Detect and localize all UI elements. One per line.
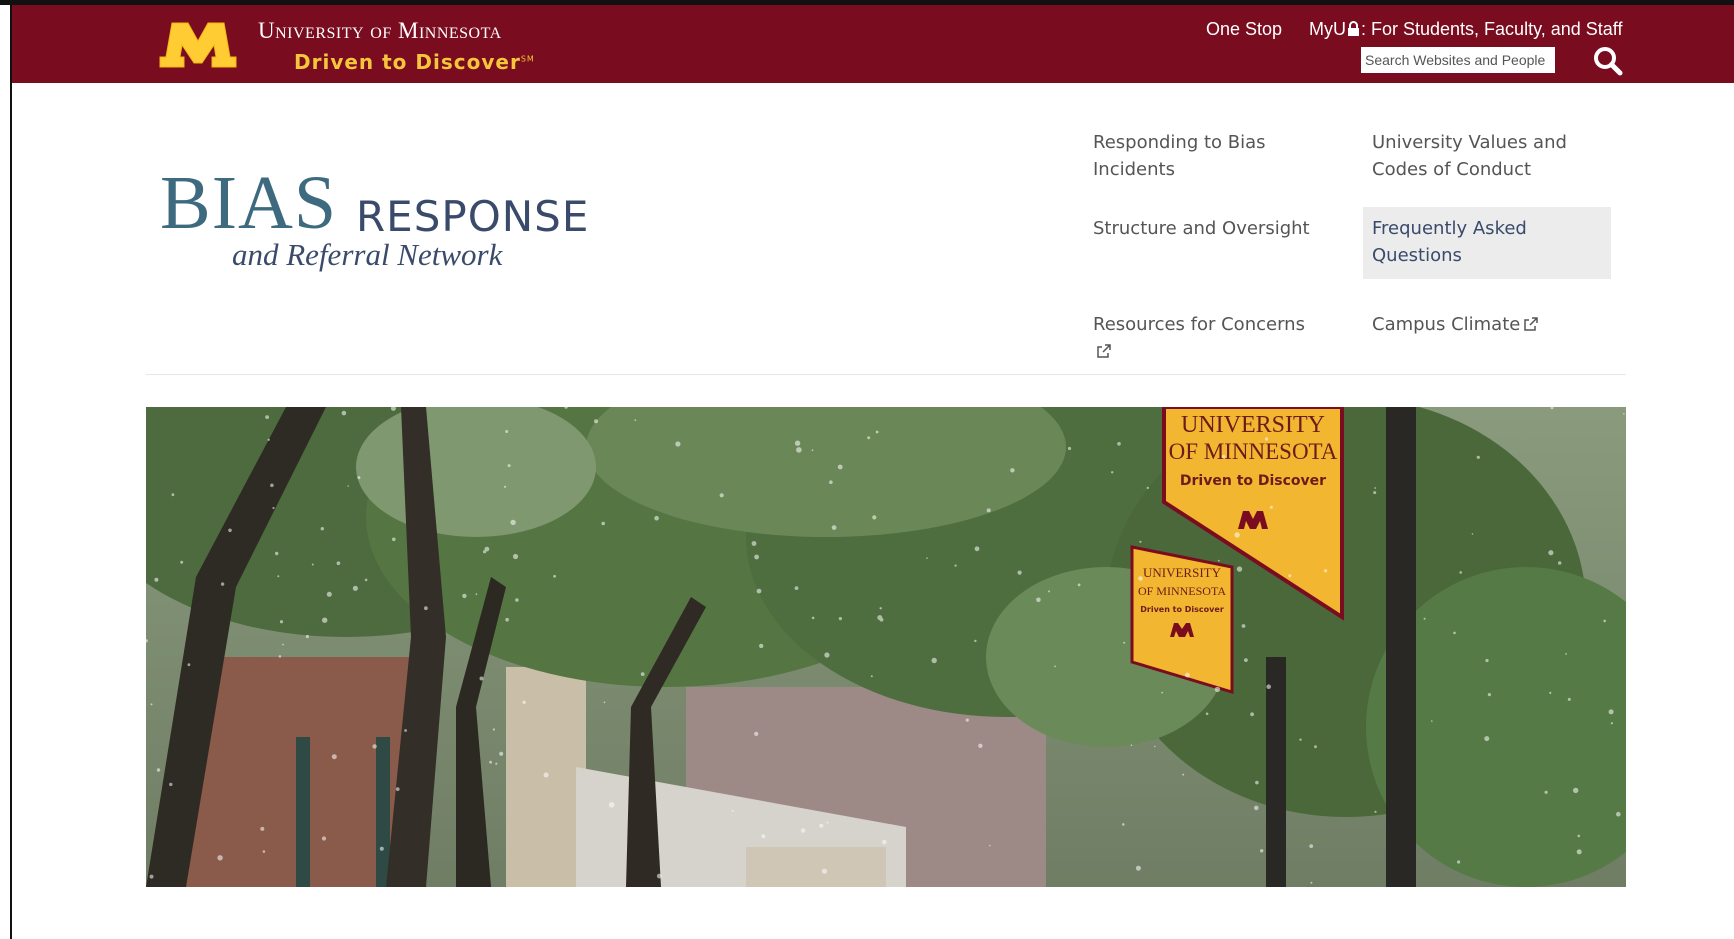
one-stop-link[interactable]: One Stop: [1206, 19, 1282, 40]
nav-label: Resources for Concerns: [1093, 314, 1305, 335]
nav-frequently-asked-questions[interactable]: Frequently Asked Questions: [1363, 207, 1611, 279]
banner-small-line2: OF MINNESOTA: [1138, 584, 1226, 598]
nav-campus-climate[interactable]: Campus Climate: [1363, 303, 1611, 346]
myu-link[interactable]: MyU : For Students, Faculty, and Staff: [1309, 19, 1622, 40]
banner-large-line2: OF MINNESOTA: [1169, 439, 1338, 464]
nav-label: Structure and Oversight: [1093, 218, 1310, 239]
banner-pole: [1386, 407, 1416, 887]
banner-small-line3: Driven to Discover: [1140, 605, 1224, 614]
nav-label: Frequently Asked Questions: [1372, 218, 1527, 266]
banner-large-line1: UNIVERSITY: [1181, 412, 1325, 438]
nav-label: University Values and Codes of Conduct: [1372, 132, 1567, 180]
myu-prefix: MyU: [1309, 19, 1346, 39]
external-link-icon: [1524, 317, 1539, 331]
logo-response-word: RESPONSE: [356, 192, 590, 241]
external-link-icon: [1097, 344, 1111, 358]
header-bar: University of Minnesota Driven to Discov…: [12, 5, 1734, 83]
nav-resources-for-concerns[interactable]: Resources for Concerns: [1084, 303, 1332, 373]
banner-large-line3: Driven to Discover: [1180, 473, 1326, 489]
service-mark: SM: [520, 54, 535, 64]
myu-suffix: : For Students, Faculty, and Staff: [1361, 19, 1623, 39]
nav-label: Campus Climate: [1372, 314, 1521, 335]
logo-subtitle: and Referral Network: [232, 237, 503, 272]
search-input[interactable]: [1361, 47, 1555, 73]
header-divider: [146, 374, 1626, 375]
university-m-logo-icon[interactable]: [158, 19, 238, 69]
lock-icon: [1348, 21, 1359, 36]
nav-structure-and-oversight[interactable]: Structure and Oversight: [1084, 207, 1332, 250]
university-tagline: Driven to DiscoverSM: [294, 50, 535, 74]
window-frame-left: [10, 0, 12, 939]
site-logo[interactable]: BIAS RESPONSE and Referral Network: [160, 165, 588, 280]
lamppost: [376, 737, 390, 887]
nav-label: Responding to Bias Incidents: [1093, 132, 1266, 180]
nav-university-values[interactable]: University Values and Codes of Conduct: [1363, 121, 1611, 191]
search-icon[interactable]: [1592, 45, 1624, 77]
banner-pole: [1266, 657, 1286, 887]
university-name[interactable]: University of Minnesota: [258, 18, 502, 44]
hero-image: UNIVERSITY OF MINNESOTA Driven to Discov…: [146, 407, 1626, 887]
lamppost: [296, 737, 310, 887]
hero-snowy-campus-illustration: UNIVERSITY OF MINNESOTA Driven to Discov…: [146, 407, 1626, 887]
tagline-text: Driven to Discover: [294, 50, 521, 74]
banner-small-line1: UNIVERSITY: [1143, 565, 1222, 580]
logo-bias-text: BIAS: [160, 161, 338, 245]
nav-responding-to-bias-incidents[interactable]: Responding to Bias Incidents: [1084, 121, 1332, 191]
logo-bias-word: BIAS: [160, 165, 337, 241]
